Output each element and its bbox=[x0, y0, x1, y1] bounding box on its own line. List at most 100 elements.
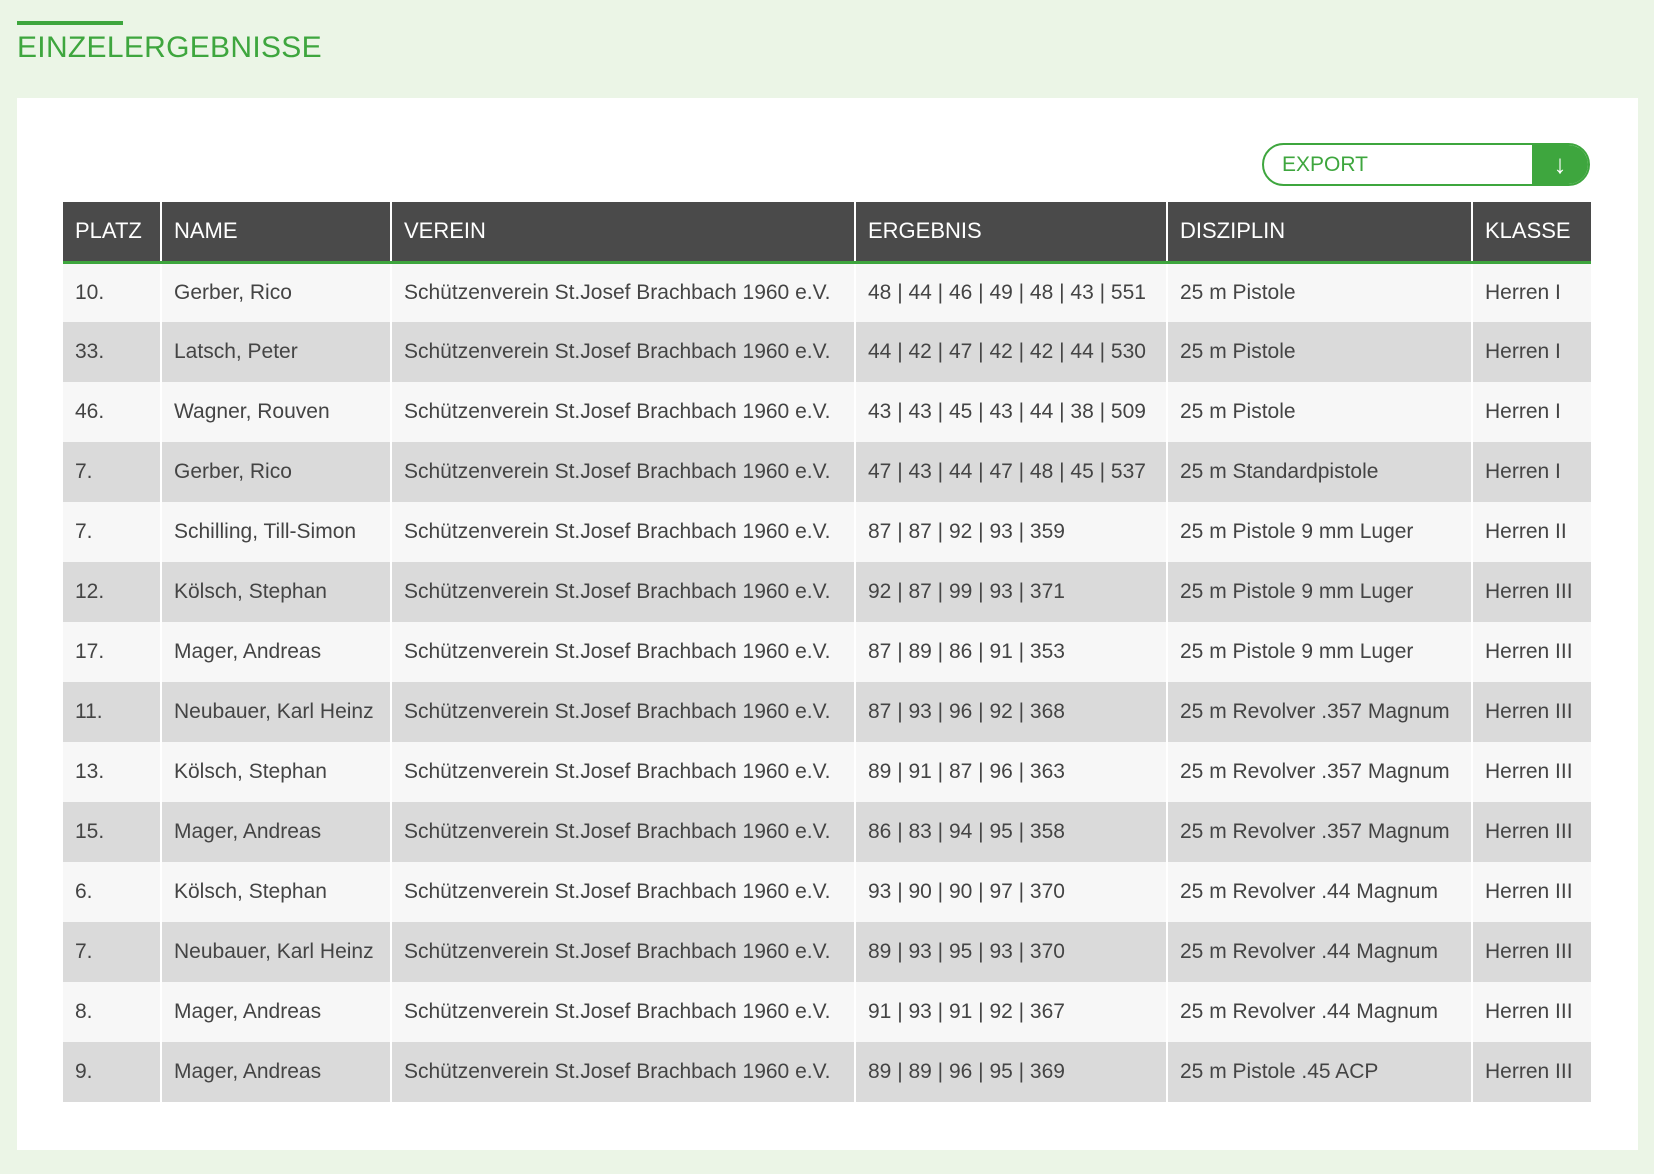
cell-disziplin: 25 m Revolver .44 Magnum bbox=[1166, 862, 1472, 922]
cell-name: Wagner, Rouven bbox=[160, 382, 391, 442]
cell-name: Gerber, Rico bbox=[160, 262, 391, 322]
table-row: 7. Gerber, Rico Schützenverein St.Josef Br… bbox=[63, 442, 1591, 502]
cell-ergebnis: 87 | 89 | 86 | 91 | 353 bbox=[854, 622, 1167, 682]
cell-disziplin: 25 m Revolver .357 Magnum bbox=[1166, 682, 1472, 742]
cell-disziplin: 25 m Pistole 9 mm Luger bbox=[1166, 622, 1472, 682]
cell-ergebnis: 44 | 42 | 47 | 42 | 42 | 44 | 530 bbox=[854, 322, 1167, 382]
cell-verein: Schützenverein St.Josef Brachbach 1960 e… bbox=[390, 322, 855, 382]
cell-platz: 8. bbox=[63, 982, 161, 1042]
export-button[interactable]: EXPORT ↓ bbox=[1262, 143, 1590, 186]
column-header-disziplin: DISZIPLIN bbox=[1166, 202, 1472, 264]
cell-disziplin: 25 m Revolver .44 Magnum bbox=[1166, 922, 1472, 982]
cell-verein: Schützenverein St.Josef Brachbach 1960 e… bbox=[390, 562, 855, 622]
cell-ergebnis: 86 | 83 | 94 | 95 | 358 bbox=[854, 802, 1167, 862]
table-row: 6. Kölsch, Stephan Schützenverein St.Josef… bbox=[63, 862, 1591, 922]
cell-klasse: Herren I bbox=[1471, 262, 1591, 322]
title-accent-bar bbox=[17, 21, 123, 25]
cell-ergebnis: 43 | 43 | 45 | 43 | 44 | 38 | 509 bbox=[854, 382, 1167, 442]
cell-name: Mager, Andreas bbox=[160, 802, 391, 862]
cell-name: Neubauer, Karl Heinz bbox=[160, 682, 391, 742]
cell-disziplin: 25 m Pistole .45 ACP bbox=[1166, 1042, 1472, 1102]
cell-platz: 7. bbox=[63, 442, 161, 502]
cell-name: Latsch, Peter bbox=[160, 322, 391, 382]
cell-verein: Schützenverein St.Josef Brachbach 1960 e… bbox=[390, 382, 855, 442]
cell-disziplin: 25 m Revolver .44 Magnum bbox=[1166, 982, 1472, 1042]
cell-name: Mager, Andreas bbox=[160, 622, 391, 682]
cell-klasse: Herren I bbox=[1471, 382, 1591, 442]
cell-platz: 12. bbox=[63, 562, 161, 622]
column-header-ergebnis: ERGEBNIS bbox=[854, 202, 1167, 264]
cell-verein: Schützenverein St.Josef Brachbach 1960 e… bbox=[390, 622, 855, 682]
cell-klasse: Herren III bbox=[1471, 802, 1591, 862]
cell-klasse: Herren III bbox=[1471, 922, 1591, 982]
cell-ergebnis: 87 | 93 | 96 | 92 | 368 bbox=[854, 682, 1167, 742]
cell-disziplin: 25 m Revolver .357 Magnum bbox=[1166, 802, 1472, 862]
page-title: EINZELERGEBNISSE bbox=[17, 31, 322, 64]
table-row: 9. Mager, Andreas Schützenverein St.Josef … bbox=[63, 1042, 1591, 1102]
cell-ergebnis: 47 | 43 | 44 | 47 | 48 | 45 | 537 bbox=[854, 442, 1167, 502]
table-row: 7. Neubauer, Karl Heinz Schützenverein St.… bbox=[63, 922, 1591, 982]
cell-platz: 13. bbox=[63, 742, 161, 802]
cell-platz: 9. bbox=[63, 1042, 161, 1102]
column-header-name: NAME bbox=[160, 202, 391, 264]
cell-ergebnis: 92 | 87 | 99 | 93 | 371 bbox=[854, 562, 1167, 622]
cell-name: Gerber, Rico bbox=[160, 442, 391, 502]
cell-platz: 10. bbox=[63, 262, 161, 322]
cell-platz: 7. bbox=[63, 502, 161, 562]
cell-platz: 15. bbox=[63, 802, 161, 862]
cell-verein: Schützenverein St.Josef Brachbach 1960 e… bbox=[390, 742, 855, 802]
cell-name: Neubauer, Karl Heinz bbox=[160, 922, 391, 982]
cell-verein: Schützenverein St.Josef Brachbach 1960 e… bbox=[390, 682, 855, 742]
cell-verein: Schützenverein St.Josef Brachbach 1960 e… bbox=[390, 922, 855, 982]
cell-klasse: Herren III bbox=[1471, 562, 1591, 622]
cell-name: Schilling, Till-Simon bbox=[160, 502, 391, 562]
cell-ergebnis: 87 | 87 | 92 | 93 | 359 bbox=[854, 502, 1167, 562]
table-body: 10. Gerber, Rico Schützenverein St.Josef B… bbox=[63, 262, 1591, 1102]
column-header-platz: PLATZ bbox=[63, 202, 161, 264]
cell-verein: Schützenverein St.Josef Brachbach 1960 e… bbox=[390, 262, 855, 322]
cell-platz: 6. bbox=[63, 862, 161, 922]
table-row: 11. Neubauer, Karl Heinz Schützenverein St… bbox=[63, 682, 1591, 742]
table-row: 8. Mager, Andreas Schützenverein St.Josef … bbox=[63, 982, 1591, 1042]
cell-disziplin: 25 m Revolver .357 Magnum bbox=[1166, 742, 1472, 802]
cell-klasse: Herren III bbox=[1471, 982, 1591, 1042]
cell-klasse: Herren I bbox=[1471, 442, 1591, 502]
cell-name: Kölsch, Stephan bbox=[160, 862, 391, 922]
cell-verein: Schützenverein St.Josef Brachbach 1960 e… bbox=[390, 1042, 855, 1102]
cell-klasse: Herren I bbox=[1471, 322, 1591, 382]
table-row: 33. Latsch, Peter Schützenverein St.Josef … bbox=[63, 322, 1591, 382]
cell-name: Kölsch, Stephan bbox=[160, 562, 391, 622]
table-row: 10. Gerber, Rico Schützenverein St.Josef B… bbox=[63, 262, 1591, 322]
table-row: 15. Mager, Andreas Schützenverein St.Josef… bbox=[63, 802, 1591, 862]
cell-verein: Schützenverein St.Josef Brachbach 1960 e… bbox=[390, 982, 855, 1042]
cell-name: Mager, Andreas bbox=[160, 982, 391, 1042]
column-header-klasse: KLASSE bbox=[1471, 202, 1591, 264]
cell-platz: 17. bbox=[63, 622, 161, 682]
cell-ergebnis: 89 | 93 | 95 | 93 | 370 bbox=[854, 922, 1167, 982]
table-row: 7. Schilling, Till-Simon Schützenverein St… bbox=[63, 502, 1591, 562]
cell-platz: 33. bbox=[63, 322, 161, 382]
cell-disziplin: 25 m Pistole bbox=[1166, 262, 1472, 322]
column-header-verein: VEREIN bbox=[390, 202, 855, 264]
cell-verein: Schützenverein St.Josef Brachbach 1960 e… bbox=[390, 502, 855, 562]
cell-klasse: Herren III bbox=[1471, 862, 1591, 922]
cell-disziplin: 25 m Pistole 9 mm Luger bbox=[1166, 562, 1472, 622]
table-row: 17. Mager, Andreas Schützenverein St.Josef… bbox=[63, 622, 1591, 682]
table-header-row: PLATZ NAME VEREIN ERGEBNIS DISZIPLIN KLASSE bbox=[63, 202, 1591, 264]
cell-verein: Schützenverein St.Josef Brachbach 1960 e… bbox=[390, 442, 855, 502]
download-arrow-icon: ↓ bbox=[1532, 145, 1588, 184]
cell-disziplin: 25 m Standardpistole bbox=[1166, 442, 1472, 502]
cell-ergebnis: 93 | 90 | 90 | 97 | 370 bbox=[854, 862, 1167, 922]
cell-name: Mager, Andreas bbox=[160, 1042, 391, 1102]
cell-platz: 7. bbox=[63, 922, 161, 982]
cell-klasse: Herren III bbox=[1471, 742, 1591, 802]
cell-klasse: Herren III bbox=[1471, 622, 1591, 682]
cell-ergebnis: 89 | 89 | 96 | 95 | 369 bbox=[854, 1042, 1167, 1102]
cell-klasse: Herren III bbox=[1471, 1042, 1591, 1102]
table-row: 13. Kölsch, Stephan Schützenverein St.Jose… bbox=[63, 742, 1591, 802]
cell-verein: Schützenverein St.Josef Brachbach 1960 e… bbox=[390, 862, 855, 922]
cell-name: Kölsch, Stephan bbox=[160, 742, 391, 802]
cell-verein: Schützenverein St.Josef Brachbach 1960 e… bbox=[390, 802, 855, 862]
table-row: 46. Wagner, Rouven Schützenverein St.Josef… bbox=[63, 382, 1591, 442]
cell-disziplin: 25 m Pistole 9 mm Luger bbox=[1166, 502, 1472, 562]
